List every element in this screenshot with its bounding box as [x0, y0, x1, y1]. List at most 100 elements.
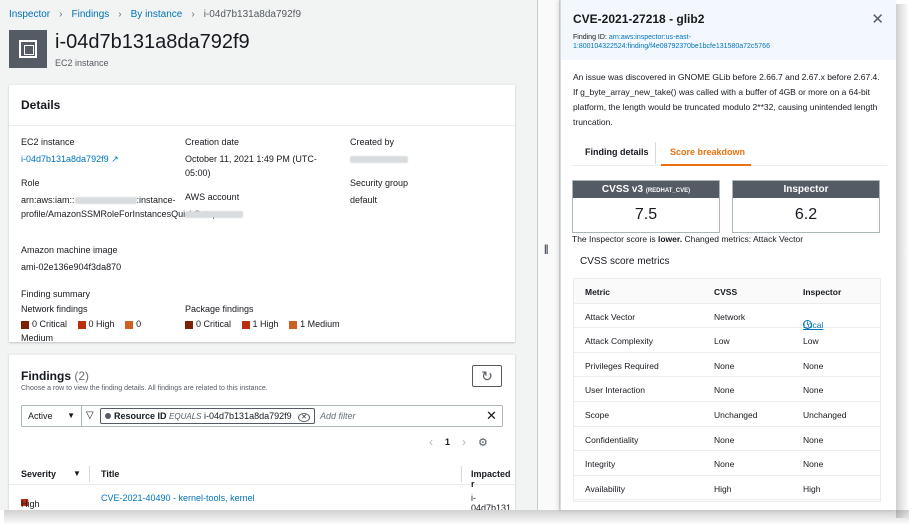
role-label: Role — [21, 178, 40, 188]
ec2-chip-icon — [9, 30, 47, 68]
metric-row: User Interaction None None — [574, 377, 880, 402]
caret-down-icon: ▼ — [67, 411, 75, 420]
ami-label: Amazon machine image — [21, 245, 118, 255]
remove-token-icon[interactable]: ✕ — [298, 413, 311, 422]
filter-bar: Active ▼ ▽ Resource ID EQUALS i-04d7b131a… — [21, 405, 503, 427]
finding-summary-field: Finding summary Network findings 0 Criti… — [21, 289, 181, 345]
split-panel-divider[interactable]: || — [538, 0, 560, 510]
status-select[interactable]: Active ▼ — [22, 406, 82, 426]
panel-title: CVE-2021-27218 - glib2 — [573, 12, 705, 26]
tab-finding-details[interactable]: Finding details — [585, 147, 649, 157]
metrics-heading: CVSS score metrics — [580, 256, 670, 267]
panel-header: CVE-2021-27218 - glib2 Finding ID: arn:a… — [561, 0, 896, 60]
role-value: arn:aws:iam:::instance-profile/AmazonSSM… — [21, 195, 218, 219]
metric-inspector-value: None — [803, 360, 824, 371]
inspector-score-header: Inspector — [733, 181, 879, 198]
breadcrumb-inspector[interactable]: Inspector — [9, 9, 50, 20]
metric-inspector-value: Unchanged — [803, 410, 847, 420]
details-panel: Details EC2 instance i-04d7b131a8da792f9… — [9, 84, 515, 345]
add-filter-input[interactable]: Add filter — [320, 411, 356, 421]
metric-name: Attack Complexity — [585, 336, 654, 347]
settings-gear-icon[interactable]: ⚙ — [478, 436, 488, 449]
column-impacted[interactable]: Impacted r — [471, 469, 515, 489]
panel-tabs: Finding details Score breakdown — [571, 140, 887, 166]
breadcrumb-findings[interactable]: Findings — [71, 9, 109, 20]
inspector-score-box: Inspector 6.2 — [732, 180, 880, 233]
breadcrumb-by-instance[interactable]: By instance — [131, 9, 183, 20]
package-findings-counts: 0 Critical 1 High 1 Medium — [185, 317, 385, 331]
package-findings-label: Package findings — [185, 304, 254, 314]
ec2-instance-link[interactable]: i-04d7b131a8da792f9 ↗ — [21, 152, 181, 166]
package-findings-field: Package findings 0 Critical 1 High 1 Med… — [185, 304, 385, 331]
instance-page: Inspector › Findings › By instance › i-0… — [0, 0, 538, 510]
next-page-icon[interactable]: › — [462, 435, 466, 449]
column-severity[interactable]: Severity — [21, 469, 56, 479]
metric-inspector-value: High — [803, 483, 821, 494]
metric-inspector-value: None — [803, 385, 824, 396]
metric-row: Attack Vector Network i Local — [574, 304, 880, 330]
ami-field: Amazon machine image ami-02e136e904f3da8… — [21, 245, 191, 274]
finding-id: Finding ID: arn:aws:inspector:us-east-1:… — [573, 34, 770, 50]
sort-desc-icon[interactable]: ▼ — [73, 469, 81, 478]
column-divider — [89, 466, 90, 482]
page-number[interactable]: 1 — [445, 437, 450, 447]
previous-page-icon[interactable]: ‹ — [429, 435, 433, 449]
chevron-right-icon: › — [59, 9, 63, 20]
finding-title-link[interactable]: CVE-2021-40490 - kernel-tools, kernel — [101, 493, 255, 503]
ec2-instance-field: EC2 instance i-04d7b131a8da792f9 ↗ — [21, 137, 181, 166]
tab-score-breakdown[interactable]: Score breakdown — [670, 147, 745, 157]
creation-date-value: October 11, 2021 1:49 PM (UTC-05:00) — [185, 154, 317, 178]
clear-filters-icon[interactable]: ✕ — [486, 408, 497, 424]
metric-cvss-value: None — [714, 434, 735, 445]
page-subtitle: EC2 instance — [55, 58, 109, 68]
metric-cvss-value: Low — [714, 336, 730, 347]
filter-token[interactable]: Resource ID EQUALS i-04d7b131a8da792f9 ✕ — [100, 408, 316, 424]
metric-row: Privileges Required None None — [574, 353, 880, 378]
created-by-redacted — [350, 152, 500, 166]
chevron-right-icon: › — [118, 9, 122, 20]
creation-date-field: Creation date October 11, 2021 1:49 PM (… — [185, 137, 325, 180]
column-divider — [461, 466, 462, 482]
findings-description: Choose a row to view the finding details… — [21, 385, 268, 392]
column-title[interactable]: Title — [101, 469, 119, 479]
tab-divider — [655, 142, 656, 164]
metric-name: Availability — [585, 483, 626, 494]
metrics-header-row: Metric CVSS Inspector — [574, 279, 880, 304]
aws-account-field: AWS account — [185, 192, 325, 221]
impacted-cell: i-04d7b131 — [471, 493, 512, 510]
column-metric: Metric — [585, 287, 611, 297]
metric-row: Availability High High — [574, 476, 880, 501]
role-field: Role arn:aws:iam:::instance-profile/Amaz… — [21, 178, 218, 221]
token-dot-icon — [105, 413, 111, 419]
cvss-score-header: CVSS v3 (REDHAT_CVE) — [573, 181, 719, 198]
column-inspector: Inspector — [803, 287, 842, 297]
inspector-score-value: 6.2 — [794, 206, 818, 223]
drag-handle-icon[interactable]: || — [544, 244, 549, 255]
refresh-icon: ↻ — [481, 368, 493, 384]
finding-summary-label: Finding summary — [21, 289, 91, 299]
breadcrumb: Inspector › Findings › By instance › i-0… — [9, 9, 301, 20]
column-cvss: CVSS — [714, 287, 738, 297]
chevron-right-icon: › — [191, 9, 195, 20]
metrics-table: Metric CVSS Inspector Attack Vector Netwo… — [573, 278, 881, 502]
security-group-label: Security group — [350, 178, 409, 188]
creation-date-label: Creation date — [185, 137, 240, 147]
breadcrumb-current: i-04d7b131a8da792f9 — [203, 9, 302, 20]
pagination: ‹ 1 › ⚙ — [429, 435, 488, 449]
close-icon[interactable]: ✕ — [871, 10, 884, 28]
metric-cvss-value: High — [714, 483, 732, 494]
network-findings-counts: 0 Critical 0 High 0 Medium — [21, 319, 142, 343]
findings-panel: Findings (2) Choose a row to view the fi… — [9, 354, 515, 510]
created-by-label: Created by — [350, 137, 395, 147]
aws-account-label: AWS account — [185, 192, 240, 202]
metric-cvss-value: None — [714, 459, 735, 470]
cvss-score-box: CVSS v3 (REDHAT_CVE) 7.5 — [572, 180, 720, 233]
metric-cvss-value: Network — [714, 311, 746, 322]
table-row[interactable]: High CVE-2021-40490 - kernel-tools, kern… — [9, 487, 515, 510]
metric-name: Integrity — [585, 459, 616, 470]
page-header: i-04d7b131a8da792f9 EC2 instance — [9, 30, 250, 68]
created-by-field: Created by — [350, 137, 500, 166]
findings-heading: Findings (2) — [21, 369, 90, 383]
network-findings-label: Network findings — [21, 304, 88, 314]
refresh-button[interactable]: ↻ — [472, 365, 502, 387]
